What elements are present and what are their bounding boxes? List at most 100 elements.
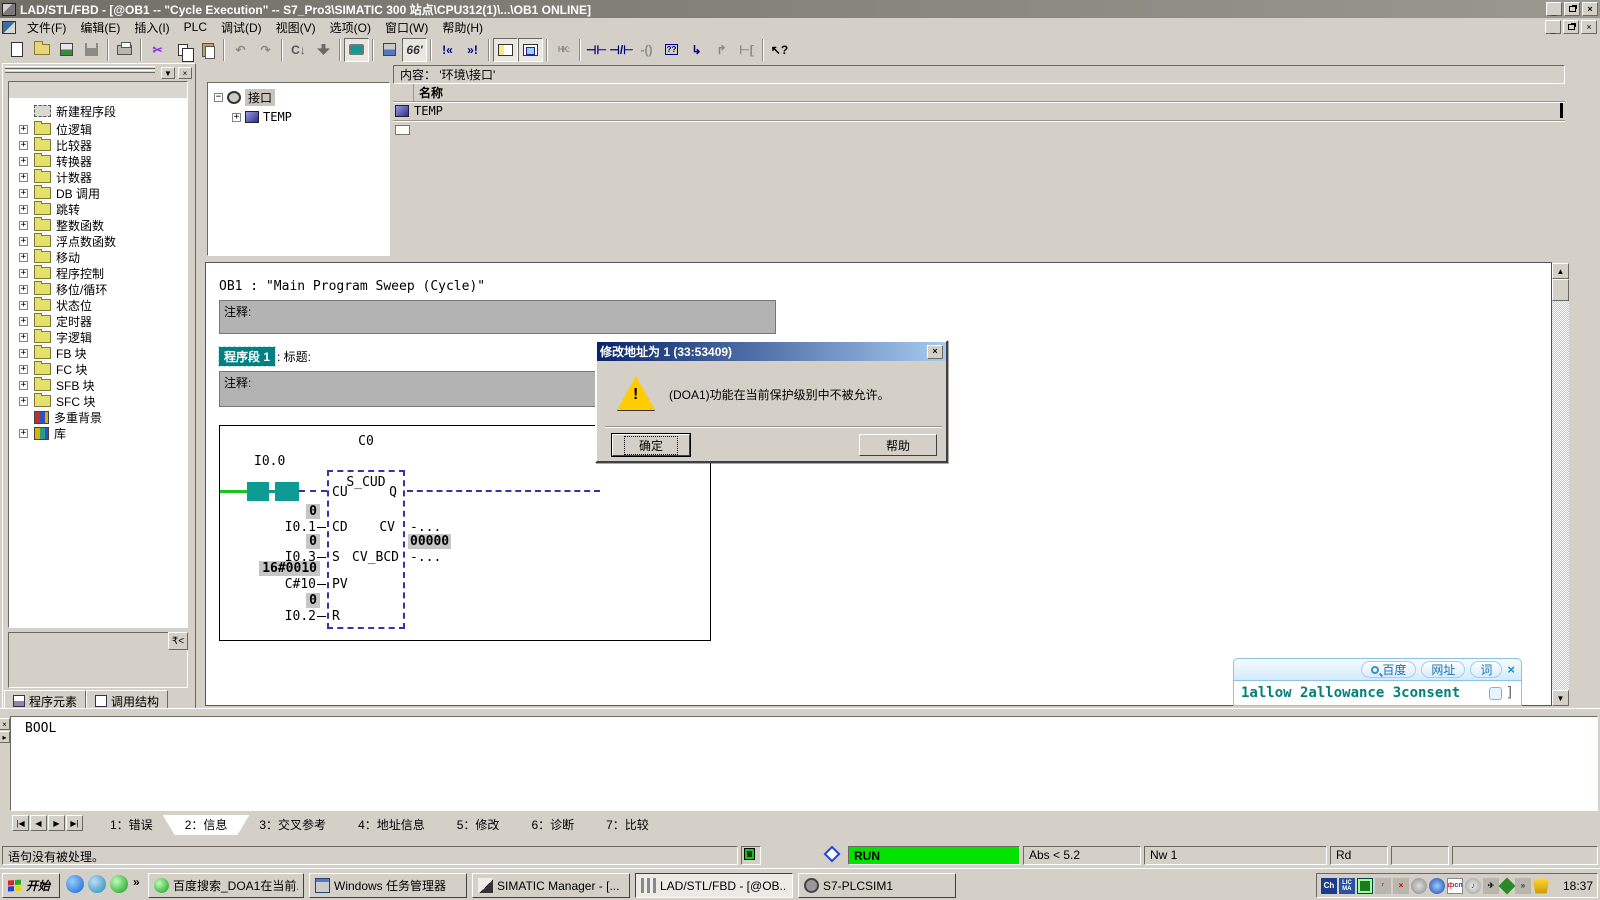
open-button[interactable] bbox=[29, 38, 54, 62]
menu-insert[interactable]: 插入(I) bbox=[127, 18, 176, 37]
empty-box-button[interactable]: ?? bbox=[659, 38, 684, 62]
horizontal-splitter[interactable] bbox=[0, 708, 1600, 716]
tray-network-icon[interactable]: ʳ bbox=[1375, 878, 1391, 894]
symbol-information-button[interactable]: 66' bbox=[402, 38, 427, 62]
counter-block[interactable]: S_CUD CU Q CD CV S CV_BCD PV R bbox=[327, 470, 405, 629]
view-lad-overview-button[interactable] bbox=[493, 38, 518, 62]
output-close-button[interactable]: × bbox=[0, 718, 10, 730]
tab-scroll-first-button[interactable]: |◀ bbox=[12, 815, 29, 831]
tab-diagnostics[interactable]: 6：诊断 bbox=[509, 815, 596, 835]
task-simatic-manager[interactable]: SIMATIC Manager - [... bbox=[472, 873, 630, 898]
expand-icon[interactable]: + bbox=[19, 125, 28, 134]
update-button[interactable]: C↓ bbox=[286, 38, 311, 62]
tab-scroll-prev-button[interactable]: ◀ bbox=[30, 815, 47, 831]
tree-item-fc-blocks[interactable]: +FC 块 bbox=[9, 361, 187, 377]
ime-close-icon[interactable]: × bbox=[1507, 662, 1515, 677]
expand-icon[interactable]: + bbox=[19, 429, 28, 438]
view-detail-button[interactable] bbox=[518, 38, 543, 62]
operand-r[interactable]: I0.2 bbox=[220, 609, 316, 624]
help-cursor-button[interactable]: ↖? bbox=[767, 38, 792, 62]
tab-scroll-next-button[interactable]: ▶ bbox=[48, 815, 65, 831]
save-button[interactable] bbox=[79, 38, 104, 62]
expand-icon[interactable]: + bbox=[19, 189, 28, 198]
open-branch-button[interactable]: ↳ bbox=[684, 38, 709, 62]
monitor-on-off-button[interactable] bbox=[344, 38, 369, 62]
network-save-button[interactable] bbox=[54, 38, 79, 62]
task-task-manager[interactable]: Windows 任务管理器 bbox=[309, 873, 467, 898]
ime-web-tab[interactable]: 网址 bbox=[1421, 661, 1465, 678]
new-network-button[interactable]: HK: bbox=[551, 38, 576, 62]
normally-open-contact-button[interactable]: ⊣⊢ bbox=[584, 38, 609, 62]
overview-toggle-button[interactable]: ₹< bbox=[168, 632, 188, 650]
dialog-close-button[interactable]: × bbox=[927, 345, 943, 359]
expand-icon[interactable]: + bbox=[19, 333, 28, 342]
contact-bar-left[interactable] bbox=[247, 482, 269, 501]
expand-icon[interactable]: + bbox=[19, 301, 28, 310]
start-button[interactable]: 开始 bbox=[2, 873, 60, 898]
paste-button[interactable] bbox=[195, 38, 220, 62]
collapse-icon[interactable]: − bbox=[214, 93, 223, 102]
menu-debug[interactable]: 调试(D) bbox=[214, 18, 269, 37]
tab-info[interactable]: 2：信息 bbox=[163, 815, 250, 835]
expand-icon[interactable]: + bbox=[19, 157, 28, 166]
tray-clock-icon[interactable] bbox=[1429, 878, 1445, 894]
menu-view[interactable]: 视图(V) bbox=[269, 18, 323, 37]
tree-item-float-fn[interactable]: +浮点数函数 bbox=[9, 233, 187, 249]
contact-operand[interactable]: I0.0 bbox=[254, 454, 285, 469]
expand-icon[interactable]: + bbox=[19, 349, 28, 358]
tray-clock[interactable]: 18:37 bbox=[1563, 879, 1593, 893]
tree-item-bit-logic[interactable]: +位逻辑 bbox=[9, 121, 187, 137]
scrollbar-thumb[interactable] bbox=[1552, 279, 1569, 301]
tree-item-sfc-blocks[interactable]: +SFC 块 bbox=[9, 393, 187, 409]
tree-item-multi-instance[interactable]: 多重背景 bbox=[9, 409, 187, 425]
tree-item-status-bits[interactable]: +状态位 bbox=[9, 297, 187, 313]
tray-tool-icon[interactable]: ✈ bbox=[1483, 878, 1499, 894]
expand-icon[interactable]: + bbox=[19, 173, 28, 182]
task-lad-stl-fbd[interactable]: LAD/STL/FBD - [@OB... bbox=[635, 873, 793, 898]
expand-icon[interactable]: + bbox=[19, 141, 28, 150]
menu-options[interactable]: 选项(O) bbox=[323, 18, 378, 37]
table-row[interactable]: TEMP bbox=[393, 103, 1565, 119]
tree-item-libraries[interactable]: +库 bbox=[9, 425, 187, 441]
close-branch-button[interactable]: ↱ bbox=[709, 38, 734, 62]
mdi-minimize-button[interactable]: _ bbox=[1545, 20, 1561, 34]
tree-item-counter[interactable]: +计数器 bbox=[9, 169, 187, 185]
tree-item-db-call[interactable]: +DB 调用 bbox=[9, 185, 187, 201]
palette-dropdown-button[interactable]: ▼ bbox=[161, 67, 175, 79]
tray-volume-muted-icon[interactable]: × bbox=[1393, 878, 1409, 894]
tray-updates-icon[interactable] bbox=[1499, 877, 1516, 894]
ime-tool-icon[interactable] bbox=[1489, 687, 1502, 700]
block-comment-box[interactable]: 注释: bbox=[219, 300, 776, 334]
tray-shield-icon[interactable] bbox=[1533, 878, 1549, 894]
editor-vertical-scrollbar[interactable]: ▲ ▼ bbox=[1552, 263, 1569, 706]
coil-button[interactable]: -() bbox=[634, 38, 659, 62]
normally-closed-contact-button[interactable]: ⊣/⊢ bbox=[609, 38, 634, 62]
lad-editor[interactable]: OB1 : "Main Program Sweep (Cycle)" 注释: 程… bbox=[205, 262, 1552, 706]
output-panel[interactable]: BOOL bbox=[10, 716, 1598, 811]
close-button[interactable]: × bbox=[1582, 2, 1598, 16]
tree-item-sfb-blocks[interactable]: +SFB 块 bbox=[9, 377, 187, 393]
tray-license-icon[interactable]: LICMA bbox=[1339, 878, 1355, 894]
contact-bar-right[interactable] bbox=[275, 482, 299, 501]
quicklaunch-browser-icon[interactable] bbox=[88, 875, 106, 893]
tray-language-ch-icon[interactable]: Ch bbox=[1321, 878, 1337, 894]
output-expand-button[interactable]: ▸ bbox=[0, 731, 10, 743]
tree-item-shift-rotate[interactable]: +移位/循环 bbox=[9, 281, 187, 297]
menu-edit[interactable]: 编辑(E) bbox=[73, 18, 127, 37]
expand-icon[interactable]: + bbox=[19, 381, 28, 390]
palette-grip2[interactable] bbox=[5, 70, 155, 73]
mdi-document-icon[interactable] bbox=[2, 21, 16, 34]
help-button[interactable]: 帮助 bbox=[859, 434, 937, 456]
next-error-button[interactable]: »! bbox=[460, 38, 485, 62]
palette-grip[interactable] bbox=[5, 66, 155, 69]
tree-item-word-logic[interactable]: +字逻辑 bbox=[9, 329, 187, 345]
tray-audio-icon[interactable]: ♪ bbox=[1465, 878, 1481, 894]
operand-pv[interactable]: C#10 bbox=[220, 577, 316, 592]
new-button[interactable] bbox=[4, 38, 29, 62]
quicklaunch-overflow-chevron[interactable]: » bbox=[133, 875, 140, 889]
menu-help[interactable]: 帮助(H) bbox=[435, 18, 490, 37]
tab-address-info[interactable]: 4：地址信息 bbox=[336, 815, 447, 835]
download-button[interactable] bbox=[311, 38, 336, 62]
connector-button[interactable]: ⊢[ bbox=[734, 38, 759, 62]
address-identification-button[interactable] bbox=[377, 38, 402, 62]
